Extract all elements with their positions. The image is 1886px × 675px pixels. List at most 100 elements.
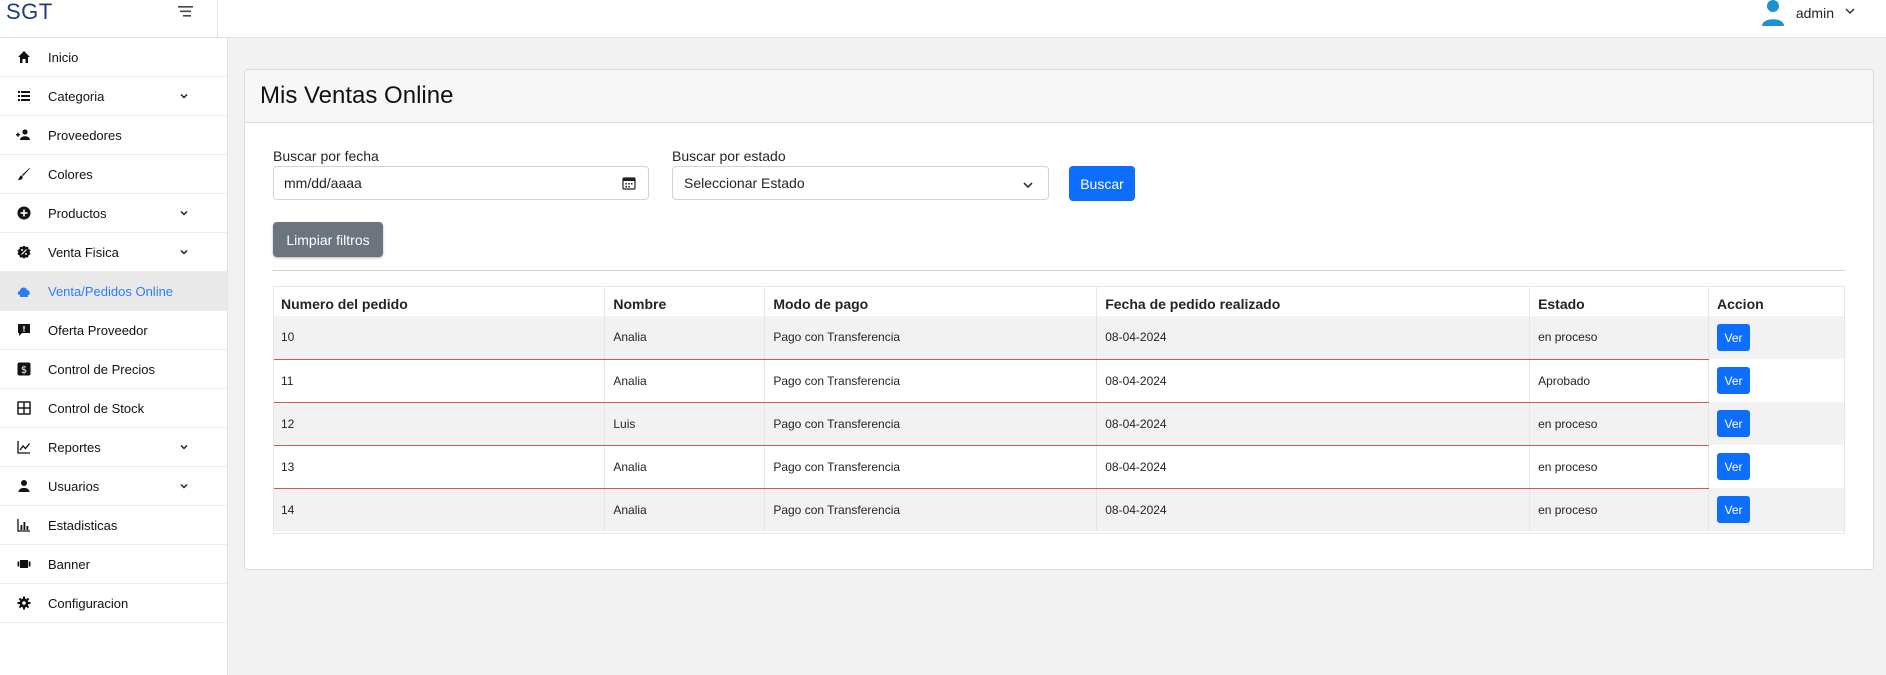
sidebar-item-oferta-proveedor[interactable]: Oferta Proveedor [0,311,227,350]
view-button[interactable]: Ver [1717,410,1750,437]
cell-accion: Ver [1708,488,1845,531]
chevron-down-icon [178,207,190,219]
sidebar-item-label: Inicio [48,49,79,65]
cell-estado: en proceso [1529,316,1709,360]
sidebar-item-label: Reportes [48,439,101,455]
date-placeholder: mm/dd/aaaa [284,175,362,191]
bar-chart-icon [16,517,32,533]
cell-numero: 10 [273,316,606,360]
list-icon [16,88,32,104]
cell-numero: 14 [273,488,606,531]
divider [273,270,1845,271]
page-title: Mis Ventas Online [260,82,454,109]
cell-numero: 11 [273,359,606,403]
column-header-estado: Estado [1529,286,1709,316]
view-button[interactable]: Ver [1717,453,1750,480]
sidebar-item-colores[interactable]: Colores [0,155,227,194]
line-chart-icon [16,439,32,455]
sidebar-item-label: Banner [48,556,90,572]
sidebar-item-categoria[interactable]: Categoria [0,77,227,116]
sidebar-item-proveedores[interactable]: Proveedores [0,116,227,155]
brand-logo[interactable]: SGT [6,0,53,24]
sidebar-item-usuarios[interactable]: Usuarios [0,467,227,506]
sidebar-item-label: Oferta Proveedor [48,322,148,338]
grid-icon [16,400,32,416]
table-row: 10 Analia Pago con Transferencia 08-04-2… [273,316,1845,360]
view-button[interactable]: Ver [1717,324,1750,351]
sidebar-item-label: Venta/Pedidos Online [48,283,174,299]
gear-icon [16,595,32,611]
cell-fecha: 08-04-2024 [1096,402,1531,446]
sidebar-item-label: Usuarios [48,478,100,494]
sidebar-item-banner[interactable]: Banner [0,545,227,584]
sidebar-item-venta-pedidos-online[interactable]: Venta/Pedidos Online [0,272,227,311]
table-row: 14 Analia Pago con Transferencia 08-04-2… [273,488,1845,531]
home-icon [16,49,32,65]
cloud-icon [16,283,32,299]
sidebar-item-estadisticas[interactable]: Estadisticas [0,506,227,545]
banner-icon [16,556,32,572]
user-avatar-icon [1760,0,1786,26]
view-button[interactable]: Ver [1717,367,1750,394]
brand-area: SGT [0,0,218,38]
sidebar-item-label: Configuracion [48,595,129,611]
cell-pago: Pago con Transferencia [764,402,1098,446]
top-navbar: SGT admin [0,0,1886,38]
sidebar: Inicio Categoria Proveedores Colores Pro… [0,38,228,675]
main-card: Mis Ventas Online Buscar por fecha mm/dd… [244,69,1874,570]
brush-icon [16,166,32,182]
cell-estado: en proceso [1529,402,1709,446]
table-row: 12 Luis Pago con Transferencia 08-04-202… [273,402,1845,446]
cell-nombre: Luis [604,402,766,446]
user-menu[interactable]: admin [1760,0,1856,26]
chevron-down-icon [178,90,190,102]
sidebar-item-reportes[interactable]: Reportes [0,428,227,467]
sidebar-item-productos[interactable]: Productos [0,194,227,233]
svg-text:$: $ [21,365,27,376]
menu-toggle-icon[interactable] [177,3,195,19]
chevron-down-icon [1022,178,1034,190]
cell-accion: Ver [1708,445,1845,488]
chevron-down-icon [178,441,190,453]
date-filter-label: Buscar por fecha [273,148,379,164]
search-button[interactable]: Buscar [1069,166,1135,201]
chevron-down-icon [1844,4,1856,22]
cell-accion: Ver [1708,359,1845,402]
state-filter-select[interactable]: Seleccionar Estado [672,166,1049,200]
cell-nombre: Analia [604,445,766,489]
state-filter-label: Buscar por estado [672,148,786,164]
column-header-numero: Numero del pedido [273,286,606,316]
orders-table: Numero del pedido Nombre Modo de pago Fe… [273,286,1845,531]
badge-percent-icon [16,244,32,260]
view-button[interactable]: Ver [1717,496,1750,523]
state-selected-value: Seleccionar Estado [684,175,805,191]
sidebar-item-label: Control de Precios [48,361,155,377]
date-filter-input[interactable]: mm/dd/aaaa [273,166,649,200]
sidebar-item-label: Categoria [48,88,105,104]
cell-fecha: 08-04-2024 [1096,445,1531,489]
cell-nombre: Analia [604,316,766,360]
users-icon [16,127,32,143]
cell-estado: Aprobado [1529,359,1709,403]
clear-filters-button[interactable]: Limpiar filtros [273,222,383,257]
sidebar-item-label: Productos [48,205,107,221]
cell-nombre: Analia [604,359,766,403]
column-header-modo-pago: Modo de pago [764,286,1098,316]
cell-estado: en proceso [1529,445,1709,489]
sidebar-item-inicio[interactable]: Inicio [0,38,227,77]
person-icon [16,478,32,494]
sidebar-item-configuracion[interactable]: Configuracion [0,584,227,623]
table-row: 11 Analia Pago con Transferencia 08-04-2… [273,359,1845,403]
sidebar-item-venta-fisica[interactable]: Venta Fisica [0,233,227,272]
cell-pago: Pago con Transferencia [764,488,1098,531]
cell-nombre: Analia [604,488,766,531]
cell-estado: en proceso [1529,488,1709,531]
cell-pago: Pago con Transferencia [764,316,1098,360]
sidebar-item-control-stock[interactable]: Control de Stock [0,389,227,428]
sidebar-item-control-precios[interactable]: $ Control de Precios [0,350,227,389]
sidebar-item-label: Control de Stock [48,400,145,416]
cell-accion: Ver [1708,316,1845,359]
plus-circle-icon [16,205,32,221]
calendar-icon[interactable] [622,176,636,190]
chevron-down-icon [178,480,190,492]
